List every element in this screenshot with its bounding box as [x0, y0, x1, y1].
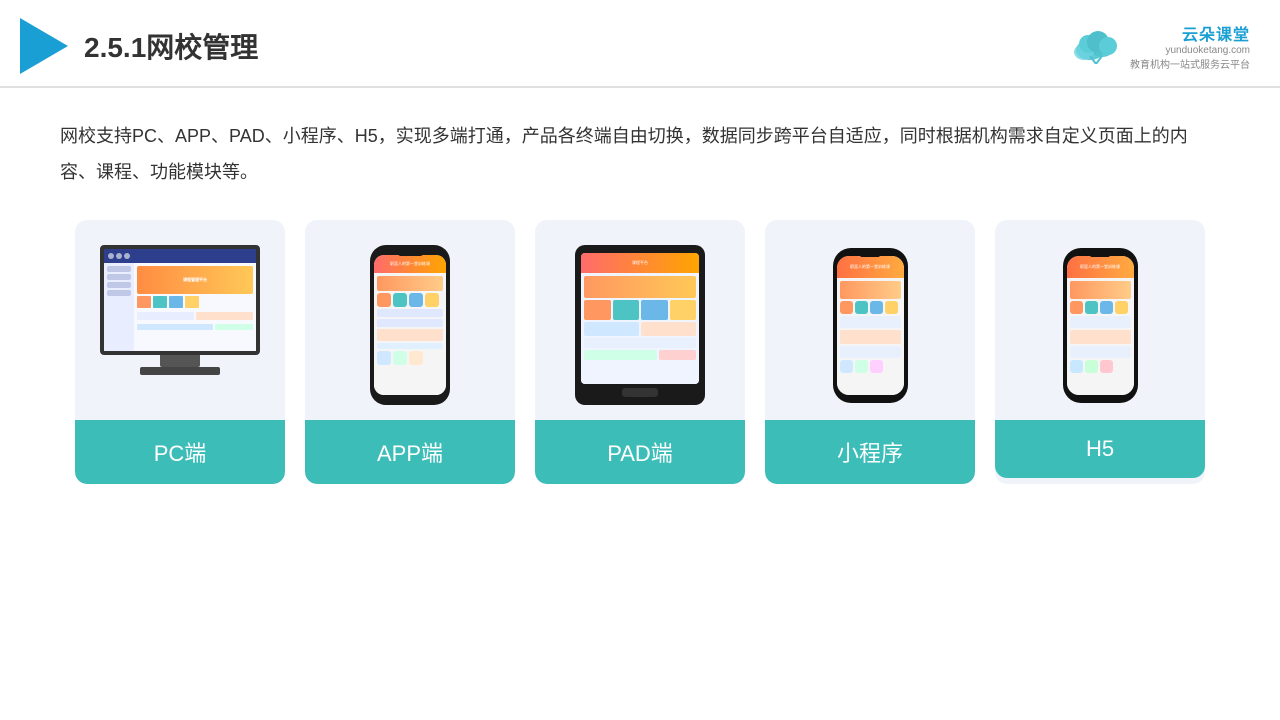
thin-phone-h5: 职涯人的第一堂训练课: [1063, 248, 1138, 403]
card-miniprogram-image: 职涯人的第一堂训练课: [765, 220, 975, 420]
brand-tagline: 教育机构一站式服务云平台: [1130, 56, 1250, 71]
page-title: 2.5.1网校管理: [84, 26, 258, 66]
card-app: 职涯人的第一堂训练课: [305, 220, 515, 484]
card-miniprogram: 职涯人的第一堂训练课: [765, 220, 975, 484]
header-left: 2.5.1网校管理: [20, 18, 258, 74]
card-h5: 职涯人的第一堂训练课: [995, 220, 1205, 484]
description-text: 网校支持PC、APP、PAD、小程序、H5，实现多端打通，产品各终端自由切换，数…: [60, 118, 1220, 190]
thin-phone-mini: 职涯人的第一堂训练课: [833, 248, 908, 403]
monitor-screen: 课程管理平台: [100, 245, 260, 355]
card-pc-label: PC端: [75, 420, 285, 484]
cloud-logo-icon: [1070, 28, 1122, 64]
desktop-mockup: 课程管理平台: [95, 245, 265, 405]
card-miniprogram-label: 小程序: [765, 420, 975, 484]
card-h5-label: H5: [995, 420, 1205, 478]
card-h5-image: 职涯人的第一堂训练课: [995, 220, 1205, 420]
phone-mockup-app: 职涯人的第一堂训练课: [370, 245, 450, 405]
brand-area: 云朵课堂 yunduoketang.com 教育机构一站式服务云平台: [1070, 21, 1250, 71]
card-app-image: 职涯人的第一堂训练课: [305, 220, 515, 420]
brand-url: yunduoketang.com: [1165, 45, 1250, 56]
tablet-mockup: 课程平台: [575, 245, 705, 405]
brand-name: 云朵课堂: [1182, 21, 1250, 45]
card-pad: 课程平台: [535, 220, 745, 484]
main-content: 网校支持PC、APP、PAD、小程序、H5，实现多端打通，产品各终端自由切换，数…: [0, 88, 1280, 514]
header: 2.5.1网校管理 云朵课堂 yunduoketang.com 教育机构一站式服…: [0, 0, 1280, 88]
card-pc: 课程管理平台: [75, 220, 285, 484]
brand-info: 云朵课堂 yunduoketang.com 教育机构一站式服务云平台: [1130, 21, 1250, 71]
card-pad-label: PAD端: [535, 420, 745, 484]
card-app-label: APP端: [305, 420, 515, 484]
cards-container: 课程管理平台: [60, 220, 1220, 484]
logo-triangle-icon: [20, 18, 68, 74]
card-pad-image: 课程平台: [535, 220, 745, 420]
card-pc-image: 课程管理平台: [75, 220, 285, 420]
